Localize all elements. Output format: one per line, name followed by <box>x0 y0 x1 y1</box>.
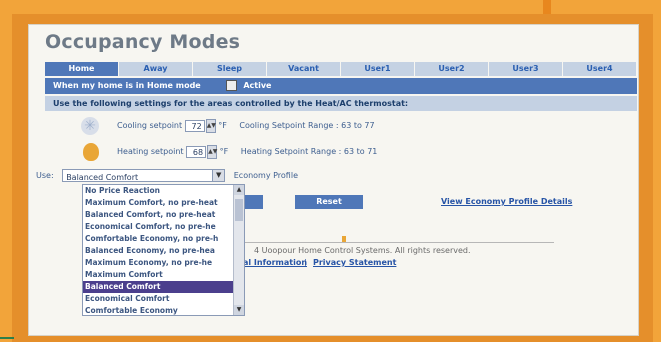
economy-profile-row: Use: Balanced Comfort ▼ Economy Profile <box>36 168 298 184</box>
cooling-range: Cooling Setpoint Range : 63 to 77 <box>239 121 375 130</box>
scroll-thumb[interactable] <box>235 199 243 221</box>
reset-button[interactable]: Reset <box>295 195 363 209</box>
tab-user4[interactable]: User4 <box>563 62 637 76</box>
cooling-setpoint-row: Cooling setpoint 72 ▲▼ °F Cooling Setpoin… <box>117 118 375 134</box>
active-label: Active <box>243 81 272 90</box>
dropdown-option[interactable]: Balanced Comfort, no pre-heat <box>83 209 235 221</box>
dropdown-option[interactable]: Balanced Economy, no pre-hea <box>83 245 235 257</box>
active-checkbox[interactable] <box>225 80 237 91</box>
tab-user1[interactable]: User1 <box>341 62 415 76</box>
flame-icon <box>83 143 99 161</box>
scroll-down-icon[interactable]: ▼ <box>234 305 244 315</box>
dropdown-option[interactable]: Economical Comfort, no pre-he <box>83 221 235 233</box>
green-edge-mark <box>0 337 14 339</box>
heating-range: Heating Setpoint Range : 63 to 71 <box>240 147 378 156</box>
dropdown-scrollbar[interactable]: ▲ ▼ <box>233 185 244 315</box>
legal-information-link[interactable]: al Information <box>243 258 307 267</box>
use-label: Use: <box>36 171 54 180</box>
tab-home[interactable]: Home <box>45 62 119 76</box>
heating-setpoint-spinner[interactable]: ▲▼ <box>207 144 217 159</box>
mode-status-bar: When my home is in Home mode Active <box>45 78 637 94</box>
economy-profile-dropdown[interactable]: No Price Reaction Maximum Comfort, no pr… <box>82 184 245 316</box>
dropdown-option[interactable]: Maximum Comfort <box>83 269 235 281</box>
mode-tabs: Home Away Sleep Vacant User1 User2 User3… <box>45 62 637 76</box>
tab-sleep[interactable]: Sleep <box>193 62 267 76</box>
cooling-setpoint-label: Cooling setpoint <box>117 121 183 130</box>
economy-profile-label: Economy Profile <box>233 171 298 180</box>
tab-user2[interactable]: User2 <box>415 62 489 76</box>
selected-profile-value: Balanced Comfort <box>66 173 139 182</box>
economy-profile-select[interactable]: Balanced Comfort ▼ <box>62 169 226 182</box>
chevron-down-icon[interactable]: ▼ <box>212 170 225 181</box>
settings-instructions: Use the following settings for the areas… <box>45 96 637 111</box>
view-economy-profile-link[interactable]: View Economy Profile Details <box>441 197 572 206</box>
cooling-unit: °F <box>218 121 227 130</box>
heating-setpoint-row: Heating setpoint 68 ▲▼ °F Heating Setpoin… <box>117 144 377 160</box>
link-separator: | <box>304 258 307 267</box>
dropdown-option[interactable]: Maximum Comfort, no pre-heat <box>83 197 235 209</box>
dropdown-option-selected[interactable]: Balanced Comfort <box>83 281 235 293</box>
heating-setpoint-input[interactable]: 68 <box>186 145 207 158</box>
tab-away[interactable]: Away <box>119 62 193 76</box>
cooling-setpoint-input[interactable]: 72 <box>184 119 205 132</box>
copyright-text: 4 Uoopour Home Control Systems. All righ… <box>254 246 471 255</box>
tab-vacant[interactable]: Vacant <box>267 62 341 76</box>
page-title: Occupancy Modes <box>45 31 241 53</box>
dropdown-option[interactable]: Economical Comfort <box>83 293 235 305</box>
snowflake-icon: ✳ <box>81 117 99 135</box>
tab-user3[interactable]: User3 <box>489 62 563 76</box>
dropdown-option[interactable]: Comfortable Economy, no pre-h <box>83 233 235 245</box>
privacy-statement-link[interactable]: Privacy Statement <box>313 258 396 267</box>
heating-setpoint-label: Heating setpoint <box>117 147 184 156</box>
scroll-up-icon[interactable]: ▲ <box>234 185 244 195</box>
dropdown-option[interactable]: Comfortable Economy <box>83 305 235 315</box>
dropdown-option[interactable]: Maximum Economy, no pre-he <box>83 257 235 269</box>
mode-status-text: When my home is in Home mode <box>53 81 201 90</box>
dropdown-option[interactable]: No Price Reaction <box>83 185 235 197</box>
heating-unit: °F <box>219 147 229 156</box>
cooling-setpoint-spinner[interactable]: ▲▼ <box>205 118 216 133</box>
